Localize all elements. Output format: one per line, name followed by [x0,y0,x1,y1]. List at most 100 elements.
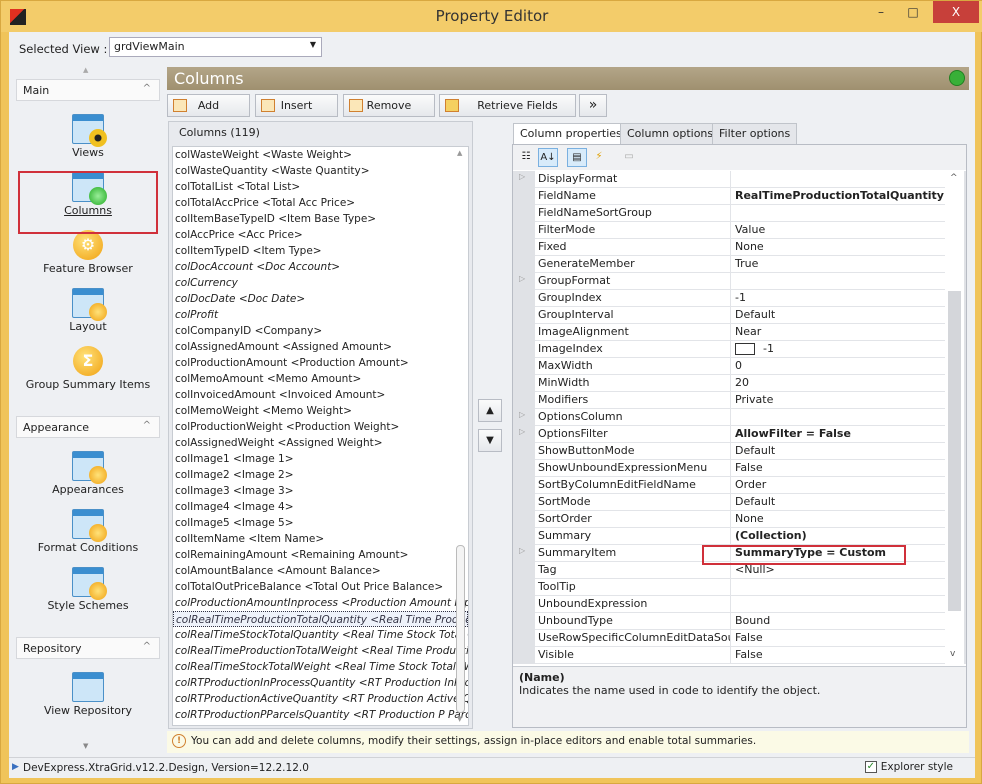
property-row[interactable]: ToolTip [535,579,945,596]
property-row[interactable]: MaxWidth 0 [535,358,945,375]
property-row[interactable]: FieldName RealTimeProductionTotalQuantity [535,188,945,205]
selected-view-dropdown[interactable]: grdViewMain ▼ [109,37,322,57]
expand-icon[interactable]: ▷ [519,546,525,555]
property-value[interactable]: -1 [732,290,945,306]
property-value[interactable] [732,171,945,187]
sidebar-item-feature-browser[interactable]: ⚙ Feature Browser [13,230,163,275]
column-list-item[interactable]: colWasteWeight <Waste Weight> [173,147,468,163]
column-list-item[interactable]: colImage2 <Image 2> [173,467,468,483]
sidebar-group-appearance[interactable]: Appearance ^ [16,416,160,438]
column-list-item[interactable]: colRealTimeStockTotalQuantity <Real Time… [173,627,468,643]
column-list-item[interactable]: colRTProductionActiveQuantity <RT Produc… [173,691,468,707]
property-value[interactable]: 20 [732,375,945,391]
column-list-item[interactable]: colImage5 <Image 5> [173,515,468,531]
property-value[interactable]: Default [732,307,945,323]
list-scroll-thumb[interactable] [456,545,465,713]
expand-icon[interactable]: ▷ [519,274,525,283]
column-list-item[interactable]: colAssignedAmount <Assigned Amount> [173,339,468,355]
property-value[interactable]: Order [732,477,945,493]
column-list-item[interactable]: colRealTimeProductionTotalWeight <Real T… [173,643,468,659]
column-list-item[interactable]: colItemName <Item Name> [173,531,468,547]
apply-icon[interactable] [949,70,965,86]
sidebar-item-group-summary[interactable]: Σ Group Summary Items [13,346,163,391]
property-value[interactable] [732,409,945,425]
property-scrollbar[interactable]: ^ v [945,171,964,664]
column-list-item[interactable]: colTotalOutPriceBalance <Total Out Price… [173,579,468,595]
add-button[interactable]: Add [167,94,250,117]
sort-alphabetical-icon[interactable]: A↓ [538,148,558,167]
property-row[interactable]: ImageIndex -1 [535,341,945,358]
property-value[interactable]: -1 [732,341,945,357]
column-list-item[interactable]: colMemoWeight <Memo Weight> [173,403,468,419]
events-icon[interactable]: ⚡ [589,148,609,167]
sidebar-item-format-conditions[interactable]: Format Conditions [13,509,163,554]
explorer-style-checkbox[interactable]: ✓ Explorer style [864,761,953,773]
column-list-item[interactable]: colRTProductionInProcessQuantity <RT Pro… [173,675,468,691]
property-row[interactable]: SortByColumnEditFieldName Order [535,477,945,494]
property-row[interactable]: ShowUnboundExpressionMenu False [535,460,945,477]
property-row[interactable]: FilterMode Value [535,222,945,239]
column-list-item[interactable]: colInvoicedAmount <Invoiced Amount> [173,387,468,403]
maximize-button[interactable]: □ [897,1,929,23]
sidebar-item-views[interactable]: Views [13,114,163,159]
property-pages-icon[interactable]: ▭ [619,148,639,167]
property-row[interactable]: ▷ DisplayFormat [519,171,945,188]
property-row[interactable]: ▷ OptionsFilter AllowFilter = False [519,426,945,443]
retrieve-fields-button[interactable]: Retrieve Fields [439,94,576,117]
property-value[interactable]: False [732,460,945,476]
column-list-item[interactable]: colWasteQuantity <Waste Quantity> [173,163,468,179]
property-row[interactable]: Fixed None [535,239,945,256]
column-list-item[interactable]: colAccPrice <Acc Price> [173,227,468,243]
property-value[interactable]: Private [732,392,945,408]
column-list-item[interactable]: colImage4 <Image 4> [173,499,468,515]
sidebar-group-main[interactable]: Main ^ [16,79,160,101]
property-value[interactable]: False [732,647,945,663]
column-list-item[interactable]: colImage3 <Image 3> [173,483,468,499]
column-list-item[interactable]: colDocAccount <Doc Account> [173,259,468,275]
properties-icon[interactable]: ▤ [567,148,587,167]
more-button[interactable]: » [579,94,607,117]
scroll-down-icon[interactable]: ▼ [83,742,88,750]
move-up-button[interactable]: ▲ [478,399,502,422]
remove-button[interactable]: Remove [343,94,435,117]
sidebar-item-view-repository[interactable]: View Repository [13,672,163,717]
property-value[interactable]: Default [732,443,945,459]
categorized-icon[interactable]: ☷ [516,148,536,167]
property-value[interactable]: RealTimeProductionTotalQuantity [732,188,945,204]
property-value[interactable]: Value [732,222,945,238]
property-value[interactable]: Near [732,324,945,340]
expand-icon[interactable]: ▶ [12,762,19,772]
list-scrollbar[interactable]: ▲ ▼ [455,147,467,725]
property-row[interactable]: ▷ OptionsColumn [519,409,945,426]
property-value[interactable] [732,273,945,289]
property-row[interactable]: ImageAlignment Near [535,324,945,341]
column-list-item[interactable]: colItemTypeID <Item Type> [173,243,468,259]
sidebar-group-repository[interactable]: Repository ^ [16,637,160,659]
property-row[interactable]: MinWidth 20 [535,375,945,392]
property-row[interactable]: UseRowSpecificColumnEditDataSourceFi Fals… [535,630,945,647]
property-value[interactable]: None [732,511,945,527]
property-value[interactable] [732,596,945,612]
tab-filter-options[interactable]: Filter options [712,123,798,145]
column-list-item[interactable]: colRealTimeStockTotalWeight <Real Time S… [173,659,468,675]
property-row[interactable]: SortOrder None [535,511,945,528]
property-value[interactable]: Bound [732,613,945,629]
column-list-item[interactable]: colAssignedWeight <Assigned Weight> [173,435,468,451]
column-list-item[interactable]: colImage1 <Image 1> [173,451,468,467]
column-list-item[interactable]: colTotalList <Total List> [173,179,468,195]
property-row[interactable]: Modifiers Private [535,392,945,409]
property-value[interactable] [732,205,945,221]
minimize-button[interactable]: – [865,1,897,23]
column-list-item[interactable]: colRealTimeProductionTotalQuantity <Real… [173,611,468,627]
close-button[interactable]: X [933,1,979,23]
property-row[interactable]: UnboundExpression [535,596,945,613]
tab-column-properties[interactable]: Column properties [513,123,629,146]
insert-button[interactable]: Insert [255,94,338,117]
property-value[interactable]: False [732,630,945,646]
column-list-item[interactable]: colProductionWeight <Production Weight> [173,419,468,435]
column-list-item[interactable]: colItemBaseTypeID <Item Base Type> [173,211,468,227]
tab-column-options[interactable]: Column options [620,123,721,145]
column-list-item[interactable]: colProductionAmount <Production Amount> [173,355,468,371]
property-value[interactable]: (Collection) [732,528,945,544]
sidebar-item-layout[interactable]: Layout [13,288,163,333]
